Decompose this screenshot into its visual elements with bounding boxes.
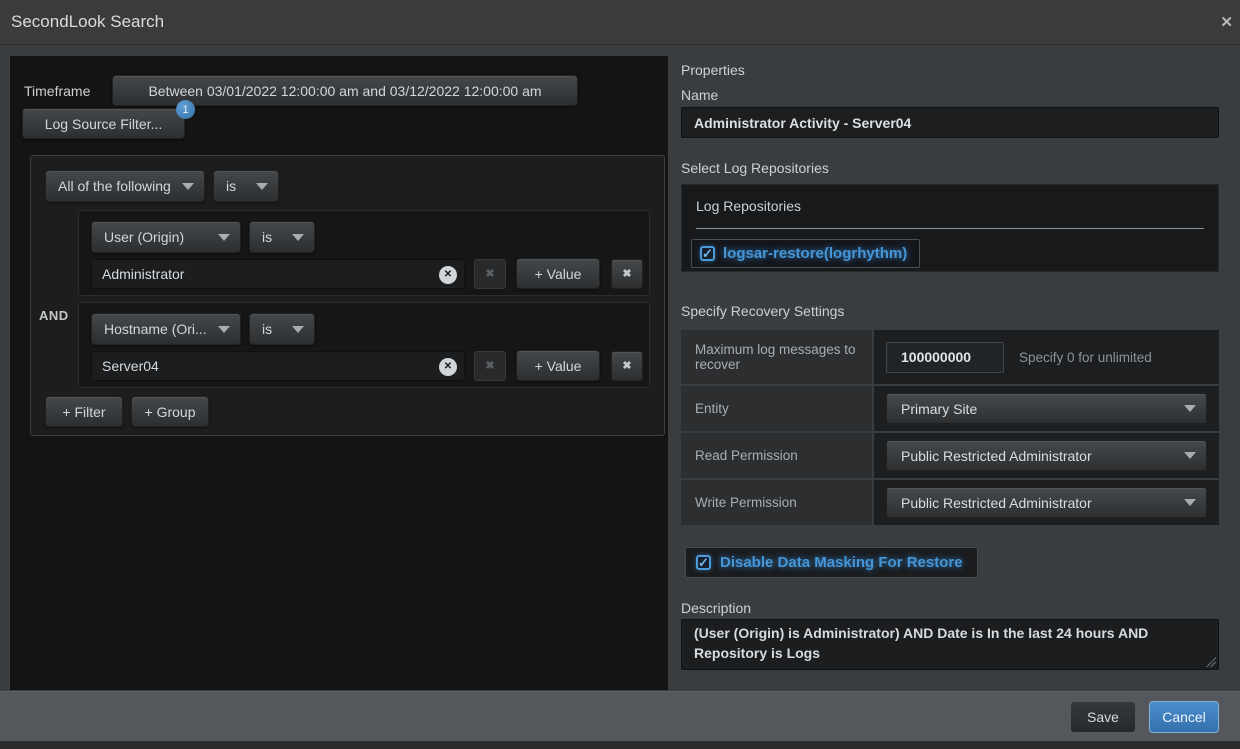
log-source-filter-count-badge: 1 — [176, 100, 195, 119]
recovery-settings-table: Maximum log messages to recover 10000000… — [681, 330, 1219, 525]
group-condition-dropdown[interactable]: is — [213, 170, 279, 202]
filter-operator-value: is — [262, 321, 272, 337]
filter-operator-dropdown[interactable]: is — [249, 221, 315, 253]
recovery-settings-heading: Specify Recovery Settings — [681, 303, 844, 319]
filter-builder-panel: All of the following is AND User (Origin… — [30, 155, 665, 436]
chevron-down-icon — [256, 183, 268, 190]
filter-group: User (Origin) is Administrator ✕ ✖ + Val… — [78, 210, 650, 296]
max-messages-label: Maximum log messages to recover — [681, 330, 874, 384]
chevron-down-icon — [182, 183, 194, 190]
clear-value-icon[interactable]: ✕ — [439, 266, 457, 284]
write-permission-dropdown[interactable]: Public Restricted Administrator — [886, 487, 1207, 518]
max-messages-hint: Specify 0 for unlimited — [1019, 350, 1152, 365]
group-condition-value: is — [226, 178, 236, 194]
name-label: Name — [681, 87, 718, 103]
remove-value-button[interactable]: ✖ — [474, 259, 506, 289]
max-messages-row: Maximum log messages to recover 10000000… — [681, 330, 1219, 384]
dialog-titlebar: SecondLook Search ✕ — [0, 0, 1240, 45]
add-group-button[interactable]: + Group — [131, 396, 209, 427]
chevron-down-icon — [218, 326, 230, 333]
repository-checkbox-item[interactable]: ✓ logsar-restore(logrhythm) — [691, 239, 920, 268]
filter-operator-value: is — [262, 229, 272, 245]
resize-handle-icon[interactable] — [1206, 657, 1216, 667]
checkbox-checked-icon: ✓ — [700, 246, 715, 261]
checkbox-checked-icon: ✓ — [696, 555, 711, 570]
filter-operator-dropdown[interactable]: is — [249, 313, 315, 345]
secondlook-search-dialog: SecondLook Search ✕ Timeframe Between 03… — [0, 0, 1240, 749]
cancel-button[interactable]: Cancel — [1149, 701, 1219, 733]
save-button[interactable]: Save — [1070, 701, 1136, 733]
add-value-button[interactable]: + Value — [516, 350, 600, 381]
select-repositories-heading: Select Log Repositories — [681, 160, 829, 176]
filter-group: Hostname (Ori... is Server04 ✕ ✖ + Value — [78, 302, 650, 388]
entity-row: Entity Primary Site — [681, 384, 1219, 431]
chevron-down-icon — [292, 234, 304, 241]
chevron-down-icon — [1184, 405, 1196, 412]
filter-field-dropdown[interactable]: Hostname (Ori... — [91, 313, 241, 345]
add-filter-button[interactable]: + Filter — [45, 396, 123, 427]
timeframe-label: Timeframe — [24, 83, 90, 99]
divider — [696, 228, 1204, 229]
remove-value-button[interactable]: ✖ — [474, 351, 506, 381]
chevron-down-icon — [218, 234, 230, 241]
repository-name: logsar-restore(logrhythm) — [723, 245, 907, 262]
disable-masking-checkbox[interactable]: ✓ Disable Data Masking For Restore — [685, 547, 978, 578]
group-operator-dropdown[interactable]: All of the following — [45, 170, 205, 202]
entity-label: Entity — [681, 386, 874, 431]
write-permission-row: Write Permission Public Restricted Admin… — [681, 478, 1219, 525]
filter-field-value: User (Origin) — [104, 229, 184, 245]
group-operator-value: All of the following — [58, 178, 171, 194]
log-repositories-label: Log Repositories — [696, 198, 801, 214]
chevron-down-icon — [1184, 499, 1196, 506]
description-label: Description — [681, 600, 751, 616]
clear-value-icon[interactable]: ✕ — [439, 358, 457, 376]
filter-value-input[interactable]: Administrator ✕ — [91, 259, 465, 289]
dialog-footer: Save Cancel — [0, 691, 1240, 741]
add-value-button[interactable]: + Value — [516, 258, 600, 289]
read-permission-label: Read Permission — [681, 433, 874, 478]
disable-masking-label: Disable Data Masking For Restore — [720, 554, 963, 571]
log-repositories-panel: Log Repositories ✓ logsar-restore(logrhy… — [681, 184, 1219, 272]
search-criteria-panel: Timeframe Between 03/01/2022 12:00:00 am… — [10, 56, 668, 690]
properties-heading: Properties — [681, 62, 745, 78]
group-operator-row: All of the following is — [45, 170, 279, 202]
dialog-bottom-edge — [0, 741, 1240, 749]
and-operator-label: AND — [39, 308, 69, 323]
entity-dropdown[interactable]: Primary Site — [886, 393, 1207, 424]
filter-value-input[interactable]: Server04 ✕ — [91, 351, 465, 381]
read-permission-dropdown[interactable]: Public Restricted Administrator — [886, 440, 1207, 471]
chevron-down-icon — [292, 326, 304, 333]
remove-filter-button[interactable]: ✖ — [611, 259, 643, 289]
description-textarea[interactable]: (User (Origin) is Administrator) AND Dat… — [681, 619, 1219, 670]
name-input[interactable]: Administrator Activity - Server04 — [681, 107, 1219, 138]
max-messages-input[interactable]: 100000000 — [886, 342, 1004, 373]
read-permission-row: Read Permission Public Restricted Admini… — [681, 431, 1219, 478]
filter-field-value: Hostname (Ori... — [104, 321, 207, 337]
close-icon[interactable]: ✕ — [1220, 13, 1233, 31]
log-source-filter-button[interactable]: Log Source Filter... — [22, 108, 185, 139]
chevron-down-icon — [1184, 452, 1196, 459]
remove-filter-button[interactable]: ✖ — [611, 351, 643, 381]
write-permission-label: Write Permission — [681, 480, 874, 525]
dialog-title: SecondLook Search — [11, 12, 164, 32]
filter-field-dropdown[interactable]: User (Origin) — [91, 221, 241, 253]
